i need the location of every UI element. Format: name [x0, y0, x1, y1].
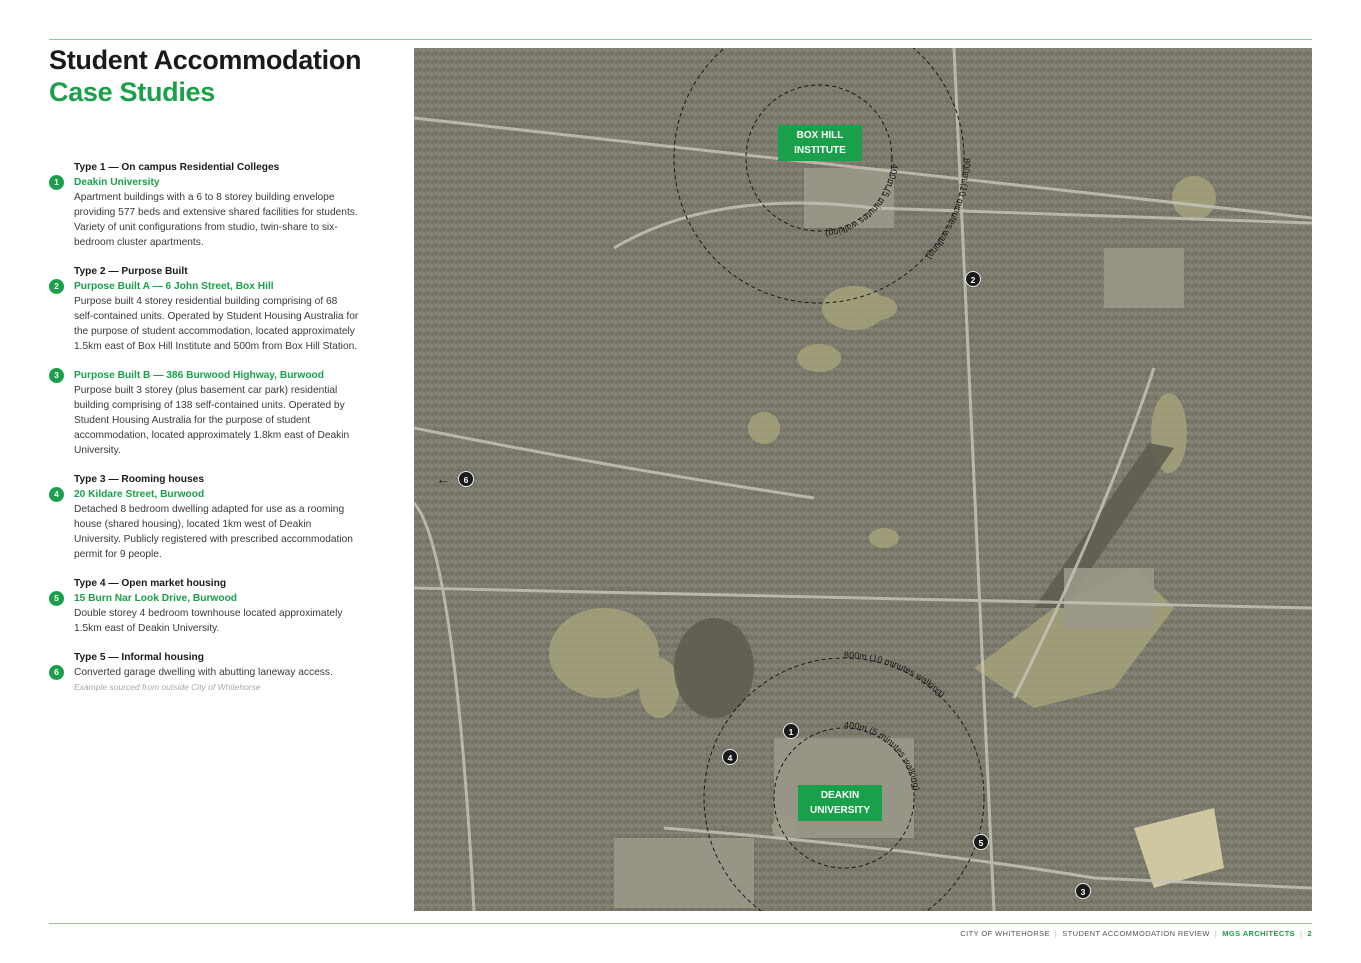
page-footer: CITY OF WHITEHORSE | STUDENT ACCOMMODATION… — [960, 929, 1312, 938]
case-number-badge: 4 — [49, 487, 64, 502]
case-type: Type 2 — Purpose Built — [74, 266, 188, 277]
map-marker-1[interactable]: 1 — [783, 723, 799, 739]
case-type: Type 5 — Informal housing — [74, 652, 204, 663]
footer-separator: | — [1214, 929, 1218, 938]
case-type: Type 1 — On campus Residential Colleges — [74, 162, 280, 173]
case-name: Deakin University — [74, 177, 160, 188]
case-description: Purpose built 4 storey residential build… — [74, 296, 359, 352]
footer-report: STUDENT ACCOMMODATION REVIEW — [1062, 929, 1210, 938]
aerial-map-graphic — [414, 48, 1312, 911]
map-marker-4[interactable]: 4 — [722, 749, 738, 765]
case-description: Converted garage dwelling with abutting … — [74, 665, 359, 695]
deakin-university-label: DEAKIN UNIVERSITY — [798, 785, 882, 821]
title-line-1: Student Accommodation — [49, 45, 362, 75]
case-study-4: Type 3 — Rooming houses 4 20 Kildare Str… — [49, 472, 359, 562]
footer-firm: MGS ARCHITECTS — [1222, 929, 1296, 938]
case-study-5: Type 4 — Open market housing 5 15 Burn N… — [49, 576, 359, 636]
title-line-2: Case Studies — [49, 77, 215, 107]
deakin-line-1: DEAKIN — [820, 790, 860, 801]
map-marker-3[interactable]: 3 — [1075, 883, 1091, 899]
case-study-2: Type 2 — Purpose Built 2 Purpose Built A… — [49, 264, 359, 354]
case-name: Purpose Built B — 386 Burwood Highway, B… — [74, 370, 324, 381]
box-hill-line-2: INSTITUTE — [794, 145, 846, 156]
case-description: Purpose built 3 storey (plus basement ca… — [74, 385, 350, 456]
box-hill-line-1: BOX HILL — [796, 130, 844, 141]
case-study-list: Type 1 — On campus Residential Colleges … — [49, 160, 359, 709]
footer-council: CITY OF WHITEHORSE — [960, 929, 1050, 938]
case-type: Type 4 — Open market housing — [74, 578, 227, 589]
case-description: Apartment buildings with a 6 to 8 storey… — [74, 192, 358, 248]
aerial-map[interactable]: BOX HILL INSTITUTE DEAKIN UNIVERSITY 1 2… — [414, 48, 1312, 911]
case-number-badge: 5 — [49, 591, 64, 606]
case-number-badge: 3 — [49, 368, 64, 383]
case-description: Double storey 4 bedroom townhouse locate… — [74, 608, 343, 634]
case-description: Detached 8 bedroom dwelling adapted for … — [74, 504, 353, 560]
footer-separator: | — [1054, 929, 1058, 938]
case-description-text: Converted garage dwelling with abutting … — [74, 667, 333, 678]
deakin-line-2: UNIVERSITY — [809, 805, 870, 816]
west-arrow-icon: ← — [436, 471, 450, 487]
page-number: 2 — [1307, 929, 1312, 938]
top-rule — [49, 39, 1312, 40]
case-study-3: 3 Purpose Built B — 386 Burwood Highway,… — [49, 368, 359, 458]
case-type: Type 3 — Rooming houses — [74, 474, 204, 485]
case-name: 15 Burn Nar Look Drive, Burwood — [74, 593, 238, 604]
box-hill-institute-label: BOX HILL INSTITUTE — [778, 125, 862, 161]
case-number-badge: 2 — [49, 279, 64, 294]
map-marker-6[interactable]: 6 — [458, 471, 474, 487]
case-study-6: Type 5 — Informal housing 6 Converted ga… — [49, 650, 359, 695]
footer-separator: | — [1300, 929, 1303, 938]
map-marker-2[interactable]: 2 — [965, 271, 981, 287]
page-title: Student Accommodation Case Studies — [49, 44, 362, 108]
map-marker-5[interactable]: 5 — [973, 834, 989, 850]
case-number-badge: 1 — [49, 175, 64, 190]
case-note: Example sourced from outside City of Whi… — [74, 682, 261, 692]
case-name: Purpose Built A — 6 John Street, Box Hil… — [74, 281, 274, 292]
case-number-badge: 6 — [49, 665, 64, 680]
bottom-rule — [49, 923, 1312, 924]
case-study-1: Type 1 — On campus Residential Colleges … — [49, 160, 359, 250]
case-name: 20 Kildare Street, Burwood — [74, 489, 205, 500]
